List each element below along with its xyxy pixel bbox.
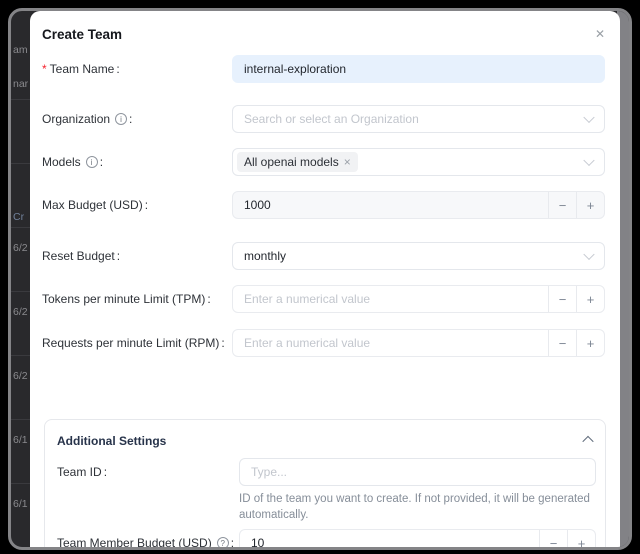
chevron-down-icon (583, 249, 594, 260)
team-name-label: * Team Name: (42, 62, 232, 76)
tpm-input-group: − + (232, 285, 605, 313)
form-row-organization: Organization i: Search or select an Orga… (42, 105, 605, 133)
increment-button[interactable]: + (567, 530, 595, 547)
bg-text-fragment: Cr (13, 211, 31, 223)
chevron-up-icon (582, 436, 593, 447)
label-text: Organization (42, 112, 110, 126)
bg-text-fragment: nar (13, 78, 31, 90)
screen: am nar Cr 6/2 6/2 6/2 6/1 6/1 Create Tea… (0, 0, 640, 554)
decrement-button[interactable]: − (548, 192, 576, 218)
tag-label: All openai models (244, 155, 339, 169)
reset-budget-value: monthly (237, 249, 286, 263)
tpm-limit-label: Tokens per minute Limit (TPM): (42, 292, 232, 306)
form-row-models: Models i: All openai models × (42, 148, 605, 176)
chevron-down-icon (583, 155, 594, 166)
close-icon[interactable]: ✕ (593, 26, 607, 42)
form-row-max-budget: Max Budget (USD): − + (42, 191, 605, 219)
member-budget-input-group: − + (239, 529, 596, 547)
remove-tag-icon[interactable]: × (344, 156, 351, 168)
label-text: Team Name (50, 62, 115, 76)
max-budget-input[interactable] (233, 192, 548, 218)
label-colon: : (116, 62, 119, 76)
minus-icon: − (559, 292, 567, 307)
increment-button[interactable]: + (576, 286, 604, 312)
decrement-button[interactable]: − (539, 530, 567, 547)
bg-text-fragment: 6/1 (13, 434, 31, 446)
form-row-member-budget: Team Member Budget (USD) ?: − + (57, 529, 596, 547)
increment-button[interactable]: + (576, 330, 604, 356)
increment-button[interactable]: + (576, 192, 604, 218)
create-team-dialog: Create Team ✕ * Team Name: Organization … (30, 11, 620, 547)
form-row-tpm-limit: Tokens per minute Limit (TPM): − + (42, 285, 605, 313)
dialog-title: Create Team (42, 27, 605, 43)
reset-budget-select[interactable]: monthly (232, 242, 605, 270)
question-icon[interactable]: ? (217, 537, 229, 547)
label-text: Team ID (57, 465, 102, 479)
member-budget-input[interactable] (240, 530, 539, 547)
bg-text-fragment: 6/2 (13, 242, 31, 254)
minus-icon: − (559, 198, 567, 213)
organization-select[interactable]: Search or select an Organization (232, 105, 605, 133)
organization-label: Organization i: (42, 112, 232, 126)
label-text: Requests per minute Limit (RPM) (42, 336, 219, 350)
organization-placeholder: Search or select an Organization (237, 112, 419, 126)
models-label: Models i: (42, 155, 232, 169)
minus-icon: − (559, 336, 567, 351)
label-text: Reset Budget (42, 249, 115, 263)
plus-icon: + (587, 198, 595, 213)
minus-icon: − (550, 536, 558, 548)
form-row-team-id: Team ID: (57, 458, 596, 486)
decrement-button[interactable]: − (548, 286, 576, 312)
additional-settings-panel: Additional Settings Team ID: ID of the t… (44, 419, 606, 547)
form-row-rpm-limit: Requests per minute Limit (RPM): − + (42, 329, 605, 357)
rpm-input[interactable] (233, 330, 548, 356)
label-text: Tokens per minute Limit (TPM) (42, 292, 205, 306)
decrement-button[interactable]: − (548, 330, 576, 356)
label-text: Team Member Budget (USD) (57, 536, 212, 547)
max-budget-input-group: − + (232, 191, 605, 219)
label-colon: : (145, 198, 148, 212)
form-row-team-name: * Team Name: (42, 55, 605, 83)
label-colon: : (129, 112, 132, 126)
member-budget-label: Team Member Budget (USD) ?: (57, 536, 239, 547)
browser-window: am nar Cr 6/2 6/2 6/2 6/1 6/1 Create Tea… (8, 8, 632, 550)
label-colon: : (221, 336, 224, 350)
label-colon: : (104, 465, 107, 479)
bg-text-fragment: 6/2 (13, 370, 31, 382)
info-icon[interactable]: i (86, 156, 98, 168)
required-asterisk: * (42, 62, 47, 76)
label-colon: : (231, 536, 234, 547)
additional-settings-toggle[interactable]: Additional Settings (57, 432, 596, 446)
team-id-help-text: ID of the team you want to create. If no… (239, 491, 596, 523)
rpm-limit-label: Requests per minute Limit (RPM): (42, 336, 232, 350)
plus-icon: + (578, 536, 586, 548)
label-text: Max Budget (USD) (42, 198, 143, 212)
label-colon: : (100, 155, 103, 169)
team-id-input[interactable] (239, 458, 596, 486)
label-colon: : (117, 249, 120, 263)
team-name-input[interactable] (232, 55, 605, 83)
plus-icon: + (587, 292, 595, 307)
bg-text-fragment: am (13, 44, 31, 56)
plus-icon: + (587, 336, 595, 351)
bg-text-fragment: 6/1 (13, 498, 31, 510)
team-id-label: Team ID: (57, 465, 239, 479)
rpm-input-group: − + (232, 329, 605, 357)
selected-model-tag: All openai models × (237, 152, 358, 172)
models-select[interactable]: All openai models × (232, 148, 605, 176)
label-colon: : (207, 292, 210, 306)
bg-text-fragment: 6/2 (13, 306, 31, 318)
reset-budget-label: Reset Budget: (42, 249, 232, 263)
chevron-down-icon (583, 112, 594, 123)
max-budget-label: Max Budget (USD): (42, 198, 232, 212)
info-icon[interactable]: i (115, 113, 127, 125)
additional-settings-title: Additional Settings (57, 434, 166, 448)
tpm-input[interactable] (233, 286, 548, 312)
label-text: Models (42, 155, 81, 169)
form-row-reset-budget: Reset Budget: monthly (42, 242, 605, 270)
